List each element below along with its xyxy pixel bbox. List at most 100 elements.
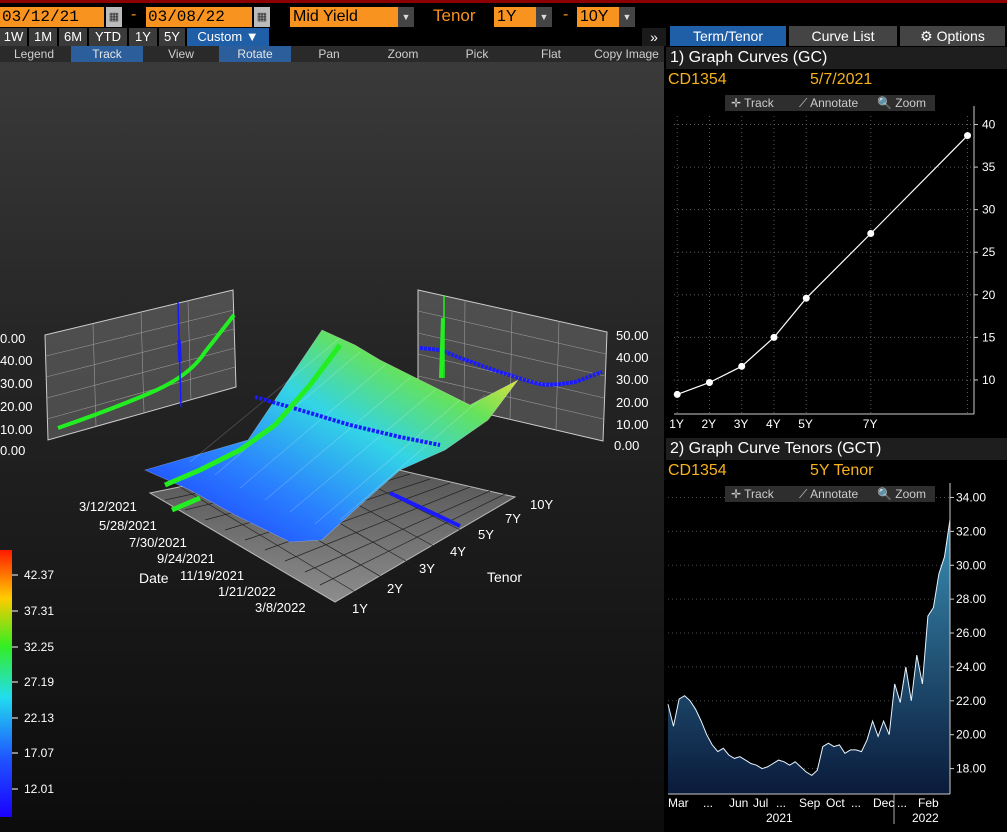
gct-ytick-label: 32.00 bbox=[956, 524, 986, 538]
color-legend: 42.37 37.31 32.25 27.19 22.13 17.07 12.0… bbox=[0, 550, 54, 817]
colorbar-label: 22.13 bbox=[24, 711, 54, 725]
calendar-icon[interactable]: ▦ bbox=[106, 7, 122, 27]
gct-xtick-label: ... bbox=[703, 796, 713, 810]
view-button[interactable]: View bbox=[146, 46, 216, 62]
gct-xtick-label: ... bbox=[897, 796, 907, 810]
gct-ytick-label: 18.00 bbox=[956, 762, 986, 776]
gct-area-fill bbox=[668, 519, 950, 794]
period-5y-button[interactable]: 5Y bbox=[159, 28, 185, 46]
left-tick: 40.00 bbox=[0, 353, 33, 368]
gct-xtick-label: Oct bbox=[826, 796, 845, 810]
period-1w-button[interactable]: 1W bbox=[0, 28, 27, 46]
gct-chart[interactable]: 18.00 20.00 22.00 24.00 26.00 28.00 30.00 32.00… bbox=[666, 483, 1007, 832]
copy-image-button[interactable]: Copy Image bbox=[589, 46, 664, 62]
tenor-separator: - bbox=[563, 6, 569, 23]
end-date-field[interactable]: 03/08/22 bbox=[146, 7, 252, 27]
right-tick: 10.00 bbox=[616, 417, 649, 432]
left-tick: 0.00 bbox=[0, 331, 25, 346]
annotate-tool[interactable]: ⟋ Annotate bbox=[799, 95, 858, 111]
gc-ytick-label: 30 bbox=[982, 203, 996, 217]
gct-ytick-label: 30.00 bbox=[956, 558, 986, 572]
tab-options[interactable]: ⚙ Options bbox=[900, 26, 1005, 46]
tenor-tick: 3Y bbox=[419, 561, 435, 576]
gct-year-label: 2021 bbox=[766, 811, 793, 825]
chart-toolbar: Legend Track View Rotate Pan Zoom Pick F… bbox=[0, 46, 664, 62]
period-6m-button[interactable]: 6M bbox=[59, 28, 87, 46]
zoom-tool[interactable]: 🔍 Zoom bbox=[877, 486, 926, 502]
surface-svg[interactable]: 0.00 40.00 30.00 20.00 10.00 0.00 50.00 … bbox=[0, 62, 664, 832]
gct-ytick-label: 20.00 bbox=[956, 728, 986, 742]
gc-curve-point bbox=[770, 333, 778, 341]
gct-chart-svg[interactable]: 18.00 20.00 22.00 24.00 26.00 28.00 30.00 32.00… bbox=[666, 483, 1007, 832]
chevron-down-icon[interactable]: ▼ bbox=[619, 7, 635, 27]
period-ytd-button[interactable]: YTD bbox=[89, 28, 127, 46]
colorbar-label: 27.19 bbox=[24, 675, 54, 689]
right-panel-tabs: Term/Tenor Curve List ⚙ Options bbox=[666, 26, 1007, 46]
gc-xtick-label: 5Y bbox=[798, 417, 813, 431]
date-tick: 3/12/2021 bbox=[79, 499, 137, 514]
colorbar-label: 17.07 bbox=[24, 746, 54, 760]
gct-year-label: 2022 bbox=[912, 811, 939, 825]
gc-curve-line bbox=[677, 135, 968, 395]
gc-ytick-label: 25 bbox=[982, 245, 996, 259]
date-separator: - bbox=[131, 6, 137, 23]
gct-ytick-label: 28.00 bbox=[956, 592, 986, 606]
track-tool[interactable]: ✛ Track bbox=[731, 486, 774, 502]
gc-chart-svg[interactable]: 10 15 20 25 30 35 40 1Y 2Y 3Y 4Y 5Y 7Y bbox=[666, 92, 1007, 432]
tenor-tick: 7Y bbox=[505, 511, 521, 526]
field-select[interactable]: Mid Yield bbox=[290, 7, 398, 27]
right-tick: 50.00 bbox=[616, 328, 649, 343]
gc-curve-point bbox=[964, 132, 972, 140]
period-1y-button[interactable]: 1Y bbox=[129, 28, 157, 46]
period-custom-button[interactable]: Custom ▼ bbox=[187, 28, 269, 46]
left-tick: 0.00 bbox=[0, 443, 25, 458]
gc-ytick-label: 40 bbox=[982, 118, 996, 132]
gct-ytick-label: 24.00 bbox=[956, 660, 986, 674]
tenor-tick: 4Y bbox=[450, 544, 466, 559]
gc-chart-tools: ✛ Track ⟋ Annotate 🔍 Zoom bbox=[725, 95, 935, 111]
gct-ticker: CD1354 bbox=[668, 462, 727, 479]
gct-tenor: 5Y Tenor bbox=[810, 462, 874, 479]
tab-curve-list[interactable]: Curve List bbox=[789, 26, 897, 46]
rotate-button[interactable]: Rotate bbox=[219, 46, 291, 62]
tab-term-tenor[interactable]: Term/Tenor bbox=[670, 26, 786, 46]
colorbar-label: 32.25 bbox=[24, 640, 54, 654]
date-tick: 1/21/2022 bbox=[218, 584, 276, 599]
tenor-tick: 2Y bbox=[387, 581, 403, 596]
tenor-tick: 1Y bbox=[352, 601, 368, 616]
tenor-from-select[interactable]: 1Y bbox=[494, 7, 536, 27]
gc-panel-title: 1) Graph Curves (GC) bbox=[666, 47, 1007, 69]
zoom-tool[interactable]: 🔍 Zoom bbox=[877, 95, 926, 111]
track-tool[interactable]: ✛ Track bbox=[731, 95, 774, 111]
track-button[interactable]: Track bbox=[71, 46, 143, 62]
period-1m-button[interactable]: 1M bbox=[29, 28, 57, 46]
start-date-field[interactable]: 03/12/21 bbox=[0, 7, 104, 27]
flat-button[interactable]: Flat bbox=[515, 46, 587, 62]
chevron-down-icon[interactable]: ▼ bbox=[536, 7, 552, 27]
tenor-axis-title: Tenor bbox=[487, 569, 522, 585]
calendar-icon[interactable]: ▦ bbox=[254, 7, 270, 27]
gct-xtick-label: Jul bbox=[753, 796, 768, 810]
gct-xtick-label: Dec bbox=[873, 796, 894, 810]
gct-ytick-label: 34.00 bbox=[956, 490, 986, 504]
pan-button[interactable]: Pan bbox=[294, 46, 364, 62]
chevron-down-icon[interactable]: ▼ bbox=[398, 7, 414, 27]
left-tick: 20.00 bbox=[0, 399, 33, 414]
gc-xtick-label: 1Y bbox=[669, 417, 684, 431]
gc-ytick-label: 35 bbox=[982, 160, 996, 174]
annotate-tool[interactable]: ⟋ Annotate bbox=[799, 486, 858, 502]
right-tick: 0.00 bbox=[614, 438, 639, 453]
tenor-to-select[interactable]: 10Y bbox=[577, 7, 619, 27]
date-tick: 11/19/2021 bbox=[180, 568, 244, 583]
surface-chart[interactable]: 0.00 40.00 30.00 20.00 10.00 0.00 50.00 … bbox=[0, 62, 664, 832]
left-tick: 10.00 bbox=[0, 422, 33, 437]
gc-chart[interactable]: 10 15 20 25 30 35 40 1Y 2Y 3Y 4Y 5Y 7Y bbox=[666, 92, 1007, 432]
gc-xtick-label: 4Y bbox=[766, 417, 781, 431]
left-tick: 30.00 bbox=[0, 376, 33, 391]
legend-button[interactable]: Legend bbox=[0, 46, 68, 62]
collapse-panel-button[interactable]: » bbox=[642, 28, 666, 46]
gct-xtick-label: Sep bbox=[799, 796, 821, 810]
gct-xtick-label: Jun bbox=[729, 796, 748, 810]
pick-button[interactable]: Pick bbox=[442, 46, 512, 62]
zoom-button[interactable]: Zoom bbox=[367, 46, 439, 62]
